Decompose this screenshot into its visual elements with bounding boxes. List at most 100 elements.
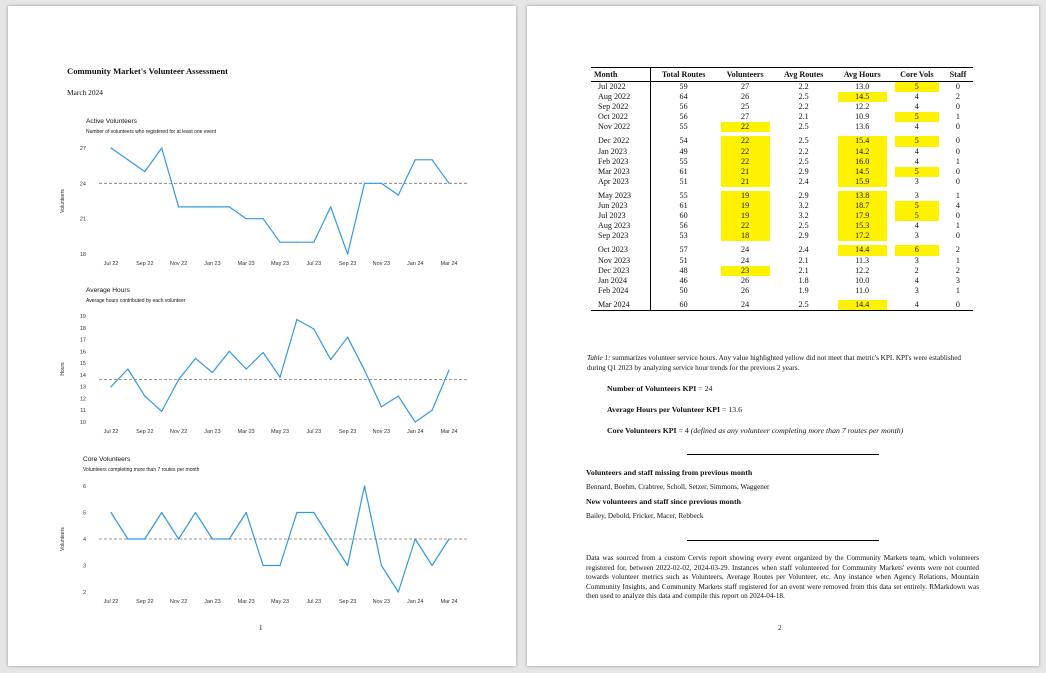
table-cell: 19: [717, 190, 774, 202]
table-cell: Oct 2023: [591, 245, 651, 256]
data-point: [211, 371, 213, 374]
data-point: [414, 421, 416, 423]
table-row: Aug 2022 64 26 2.5 14.5 4 2: [591, 92, 973, 103]
data-point: [363, 485, 366, 487]
data-point: [414, 159, 416, 161]
table-cell: 5: [891, 136, 943, 147]
table-cell: May 2023: [591, 190, 651, 202]
table-cell: Mar 2024: [591, 299, 651, 311]
x-tick-label: Sep 22: [136, 261, 153, 267]
table-cell: 4: [890, 299, 943, 311]
table-cell: 19: [717, 201, 774, 212]
table-cell: 4: [914, 102, 919, 112]
data-point: [380, 564, 382, 567]
table-row: Dec 2023 48 23 2.1 12.2 2 2: [591, 265, 973, 276]
table-cell: 3.2: [798, 211, 809, 221]
table-cell: 0: [955, 146, 960, 156]
data-point: [144, 170, 146, 173]
x-tick-label: Jan 23: [204, 599, 221, 605]
data-point: [448, 182, 450, 184]
table-cell: 2: [955, 245, 960, 255]
table-cell: 13.6: [855, 122, 870, 132]
kpi-volunteers: Number of Volunteers KPI = 24: [607, 384, 712, 393]
data-point: [161, 410, 163, 412]
table-cell: 14.5: [834, 166, 891, 177]
table-cell: 59: [679, 82, 688, 91]
table-cell: 61: [679, 166, 688, 176]
table-cell: 2: [955, 92, 960, 102]
table-cell: 18.7: [834, 201, 891, 212]
table-cell: 56: [679, 102, 688, 112]
table-cell: 0: [955, 122, 960, 132]
table-cell: 64: [679, 92, 688, 102]
kpi-volunteers-label: Number of Volunteers KPI: [607, 384, 697, 393]
table-cell: Sep 2022: [591, 102, 651, 113]
data-point: [144, 395, 146, 397]
table-cell: 5: [891, 211, 943, 222]
volunteer-summary-table: Month Total Routes Volunteers Avg Routes Avg…: [591, 67, 973, 311]
y-tick-label: 18: [80, 252, 86, 258]
table-cell: 21: [717, 166, 774, 177]
table-cell: 3: [955, 275, 960, 285]
table-row: Nov 2022 55 22 2.5 13.6 4 0: [591, 122, 973, 133]
data-point: [228, 538, 230, 540]
table-cell: 26: [741, 275, 750, 285]
data-series-line: [110, 147, 450, 255]
data-point: [211, 206, 213, 208]
x-tick-label: Mar 23: [238, 429, 255, 435]
table-cell: 2.2: [798, 102, 809, 112]
y-tick-label: 16: [80, 349, 86, 355]
data-point: [194, 357, 197, 359]
table-cell: 21: [717, 176, 774, 187]
table-row: Mar 2024 60 24 2.5 14.4 4 0: [591, 299, 973, 311]
kpi-hours-value: = 13.6: [720, 405, 742, 414]
y-tick-label: 11: [80, 408, 86, 414]
table-cell: Nov 2022: [591, 122, 651, 133]
column-header: Core Vols: [890, 67, 943, 82]
table-cell: 13.0: [855, 82, 870, 91]
data-point: [194, 206, 197, 208]
table-cell: 2: [914, 265, 919, 275]
data-point: [347, 253, 349, 255]
data-point: [262, 218, 264, 220]
table-cell: 22: [717, 146, 774, 157]
x-tick-label: Nov 23: [373, 261, 390, 267]
table-cell: 10.0: [855, 275, 870, 285]
data-point: [178, 538, 180, 540]
report-title: Community Market's Volunteer Assessment: [67, 66, 228, 76]
data-point: [228, 350, 230, 352]
column-header: Total Routes: [650, 67, 717, 82]
x-tick-label: Nov 22: [170, 599, 187, 605]
data-point: [161, 147, 163, 149]
chart-subtitle-average-hours: Average hours contributed by each volunt…: [86, 298, 186, 304]
table-cell: 23: [717, 265, 774, 276]
table-cell: 12.2: [855, 102, 870, 112]
y-axis-label: Volunteers: [60, 189, 66, 213]
table-cell: 26: [741, 285, 750, 295]
data-point: [296, 241, 298, 243]
data-point: [211, 538, 213, 540]
table-cell: 0: [955, 231, 960, 241]
data-point: [313, 328, 315, 330]
table-cell: 18: [717, 231, 774, 242]
table-cell: 3: [914, 176, 919, 186]
table-cell: 22: [717, 221, 774, 232]
x-tick-label: Sep 22: [136, 429, 153, 435]
column-header: Staff: [942, 67, 973, 82]
data-point: [296, 511, 298, 514]
table-cell: 17.9: [834, 211, 891, 222]
table-row: Sep 2022 56 25 2.2 12.2 4 0: [591, 102, 973, 113]
table-cell: 2.1: [798, 255, 809, 265]
table-body: Jul 2022 59 27 2.2 13.0 5 0 Aug 2022 64 26 2.5 14.5…: [591, 81, 973, 311]
table-cell: 3: [914, 255, 919, 265]
section-divider: [687, 540, 879, 541]
table-row: Oct 2023 57 24 2.4 14.4 6 2: [591, 245, 973, 256]
table-cell: 1.8: [798, 275, 809, 285]
table-cell: 54: [679, 136, 688, 146]
kpi-core-volunteers: Core Volunteers KPI = 4 (defined as any …: [607, 426, 903, 435]
data-point: [330, 206, 332, 208]
table-cell: Jun 2023: [591, 201, 651, 212]
x-tick-label: Jan 23: [204, 429, 221, 435]
section-divider: [687, 454, 879, 455]
data-point: [279, 564, 281, 567]
